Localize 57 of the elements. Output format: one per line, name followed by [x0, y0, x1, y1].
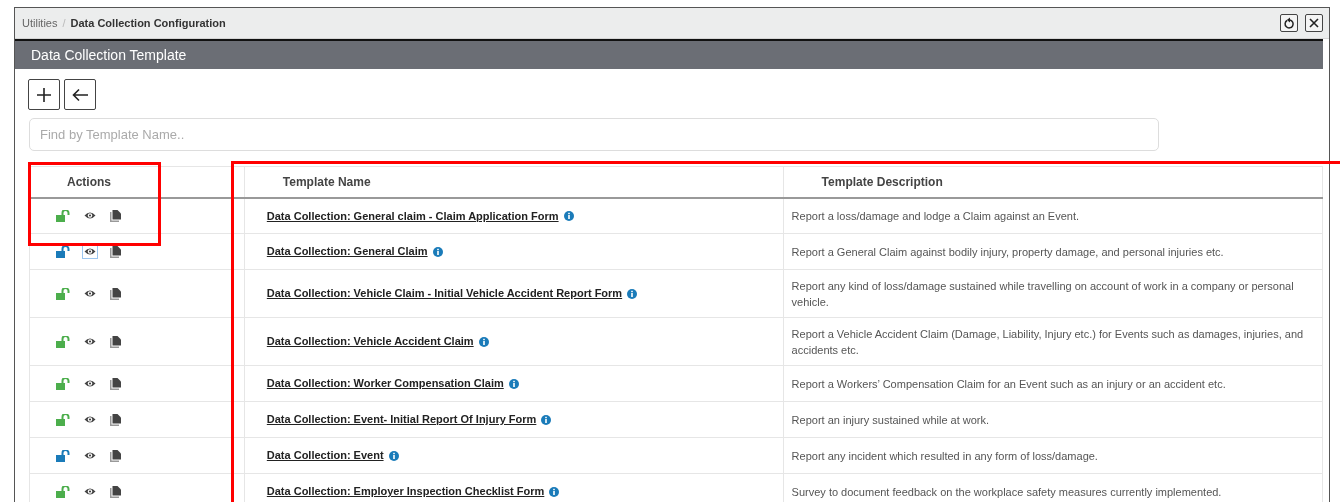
- unlock-icon[interactable]: [56, 335, 70, 348]
- column-header: Actions: [67, 174, 111, 189]
- back-arrow-icon: [71, 87, 89, 102]
- copy-icon[interactable]: [110, 449, 121, 462]
- refresh-button[interactable]: [1280, 14, 1298, 32]
- template-link[interactable]: Data Collection: General claim - Claim Application Form: [266, 207, 559, 224]
- view-icon[interactable]: [83, 245, 97, 258]
- template-link[interactable]: Data Collection: General Claim: [266, 243, 428, 260]
- template-description: Report any incident which resulted in any form of loss/damage.: [791, 449, 1098, 462]
- unlock-icon[interactable]: [56, 485, 70, 498]
- unlock-icon[interactable]: [56, 245, 70, 258]
- unlock-icon[interactable]: [56, 287, 70, 300]
- info-icon[interactable]: [627, 288, 638, 299]
- copy-icon[interactable]: [110, 335, 121, 348]
- info-icon[interactable]: [563, 210, 574, 221]
- copy-icon[interactable]: [110, 377, 121, 390]
- plus-icon: [36, 86, 52, 103]
- close-button[interactable]: [1305, 14, 1323, 32]
- unlock-icon[interactable]: [56, 377, 70, 390]
- unlock-icon[interactable]: [56, 209, 70, 222]
- copy-icon[interactable]: [110, 287, 121, 300]
- template-description: Report any kind of loss/damage sustained while travelling on account of work in a company or personal vehicle.: [791, 279, 1294, 308]
- info-icon[interactable]: [478, 336, 489, 347]
- breadcrumb-link[interactable]: Utilities: [22, 14, 58, 32]
- template-description: Report an injury sustained while at work.: [791, 413, 990, 426]
- refresh-icon: [1283, 17, 1295, 29]
- breadcrumb-current: Data Collection Configuration: [70, 15, 226, 31]
- copy-icon[interactable]: [110, 485, 121, 498]
- close-icon: [1309, 18, 1319, 28]
- breadcrumb-separator: /: [62, 15, 66, 31]
- panel-title: Data Collection Template: [31, 45, 187, 65]
- unlock-icon[interactable]: [56, 449, 70, 462]
- template-description: Report a General Claim against bodily injury, property damage, and personal injuries etc.: [791, 245, 1224, 258]
- column-header: Template Name: [282, 174, 371, 189]
- info-icon[interactable]: [432, 246, 443, 257]
- template-description: Survey to document feedback on the workplace safety measures currently implemented.: [791, 485, 1222, 498]
- column-header: Template Description: [821, 174, 943, 189]
- template-link[interactable]: Data Collection: Worker Compensation Claim: [266, 375, 504, 392]
- info-icon[interactable]: [541, 414, 552, 425]
- copy-icon[interactable]: [110, 413, 121, 426]
- info-icon[interactable]: [508, 378, 519, 389]
- search-field[interactable]: Find by Template Name..: [29, 118, 1159, 151]
- template-link[interactable]: Data Collection: Event- Initial Report Of Injury Form: [266, 411, 537, 428]
- template-link[interactable]: Data Collection: Vehicle Claim - Initial Vehicle Accident Report Form: [266, 285, 623, 302]
- unlock-icon[interactable]: [56, 413, 70, 426]
- template-link[interactable]: Data Collection: Vehicle Accident Claim: [266, 333, 474, 350]
- template-description: Report a loss/damage and lodge a Claim against an Event.: [791, 209, 1079, 222]
- info-icon[interactable]: [549, 486, 560, 497]
- add-button[interactable]: [28, 79, 60, 110]
- back-button[interactable]: [64, 79, 96, 110]
- template-link[interactable]: Data Collection: Employer Inspection Checklist Form: [266, 483, 545, 500]
- template-description: Report a Workers’ Compensation Claim for an Event such as an injury or an accident etc.: [791, 377, 1226, 390]
- template-description: Report a Vehicle Accident Claim (Damage, Liability, Injury etc.) for Events such as damages, injuries, and accidents etc.: [791, 327, 1304, 356]
- copy-icon[interactable]: [110, 209, 121, 222]
- template-link[interactable]: Data Collection: Event: [266, 447, 384, 464]
- info-icon[interactable]: [388, 450, 399, 461]
- copy-icon[interactable]: [110, 245, 121, 258]
